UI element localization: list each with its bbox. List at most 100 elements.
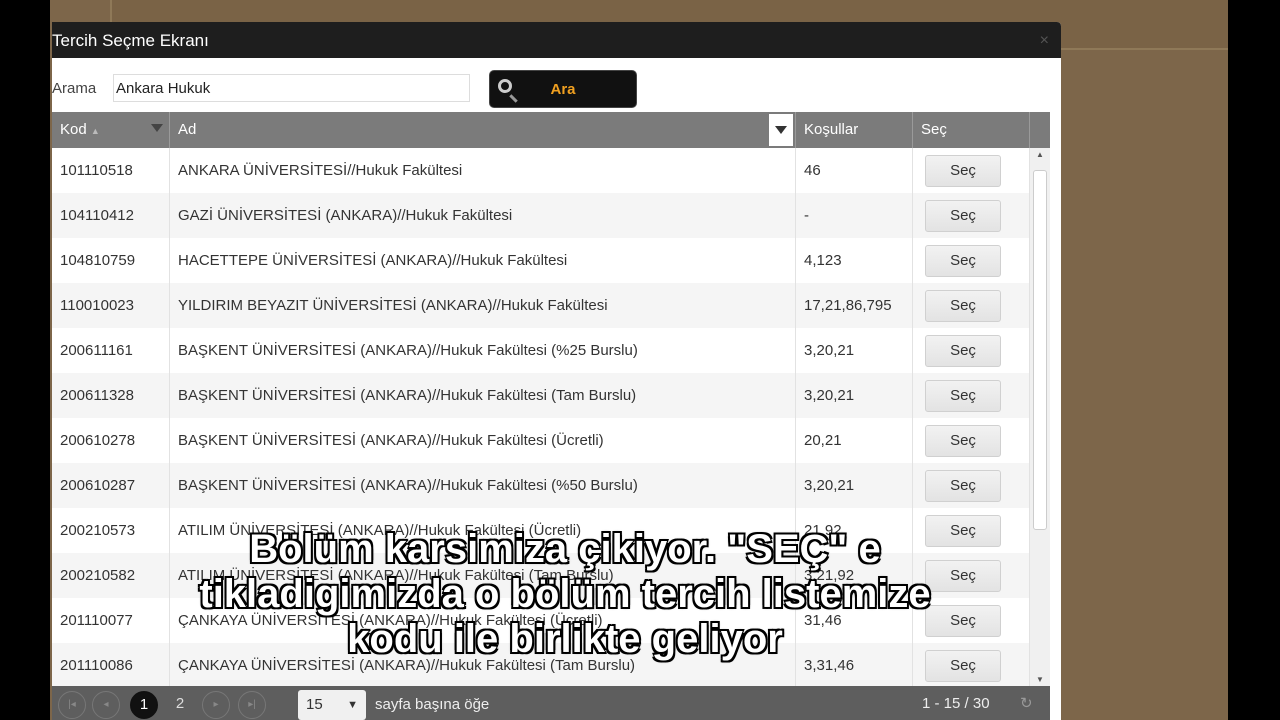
cell-kosullar: 20,21 bbox=[796, 418, 913, 463]
vertical-scrollbar[interactable]: ▲ ▼ bbox=[1030, 148, 1050, 686]
cell-kosullar: 46 bbox=[796, 148, 913, 193]
column-header-kosullar[interactable]: Koşullar bbox=[796, 112, 913, 148]
search-icon bbox=[498, 79, 512, 93]
cell-kod: 200611161 bbox=[52, 328, 170, 373]
select-button[interactable]: Seç bbox=[925, 605, 1001, 637]
cell-sec: Seç bbox=[913, 373, 1030, 418]
cell-kosullar: 3,20,21 bbox=[796, 328, 913, 373]
table-row: 200610287 BAŞKENT ÜNİVERSİTESİ (ANKARA)/… bbox=[52, 463, 1030, 508]
cell-kosullar: 3,20,21 bbox=[796, 463, 913, 508]
cell-kod: 200210573 bbox=[52, 508, 170, 553]
select-button[interactable]: Seç bbox=[925, 515, 1001, 547]
letterbox bbox=[1228, 0, 1280, 720]
next-page-button[interactable]: ▸ bbox=[202, 691, 230, 719]
results-grid: Kod ▲ Ad Koşullar Seç 101110518 ANKARA Ü… bbox=[52, 112, 1050, 686]
cell-kod: 101110518 bbox=[52, 148, 170, 193]
cell-kod: 110010023 bbox=[52, 283, 170, 328]
table-row: 104810759 HACETTEPE ÜNİVERSİTESİ (ANKARA… bbox=[52, 238, 1030, 283]
filter-icon[interactable] bbox=[151, 124, 163, 132]
table-row: 200210573 ATILIM ÜNİVERSİTESİ (ANKARA)//… bbox=[52, 508, 1030, 553]
first-page-button[interactable]: |◂ bbox=[58, 691, 86, 719]
cell-kod: 200210582 bbox=[52, 553, 170, 598]
cell-kod: 201110077 bbox=[52, 598, 170, 643]
cell-sec: Seç bbox=[913, 418, 1030, 463]
search-button[interactable]: Ara bbox=[489, 70, 637, 108]
cell-sec: Seç bbox=[913, 193, 1030, 238]
cell-ad: ATILIM ÜNİVERSİTESİ (ANKARA)//Hukuk Fakü… bbox=[170, 508, 796, 553]
header-spacer bbox=[1030, 112, 1050, 148]
cell-ad: BAŞKENT ÜNİVERSİTESİ (ANKARA)//Hukuk Fak… bbox=[170, 463, 796, 508]
cell-ad: HACETTEPE ÜNİVERSİTESİ (ANKARA)//Hukuk F… bbox=[170, 238, 796, 283]
select-button[interactable]: Seç bbox=[925, 155, 1001, 187]
cell-sec: Seç bbox=[913, 463, 1030, 508]
cell-sec: Seç bbox=[913, 283, 1030, 328]
filter-icon bbox=[775, 126, 787, 134]
cell-kod: 104110412 bbox=[52, 193, 170, 238]
table-row: 200611328 BAŞKENT ÜNİVERSİTESİ (ANKARA)/… bbox=[52, 373, 1030, 418]
column-header-kod[interactable]: Kod ▲ bbox=[52, 112, 170, 148]
column-header-ad[interactable]: Ad bbox=[170, 112, 796, 148]
table-row: 201110086 ÇANKAYA ÜNİVERSİTESİ (ANKARA)/… bbox=[52, 643, 1030, 686]
scroll-down-icon[interactable]: ▼ bbox=[1036, 675, 1044, 684]
page-size-label: sayfa başına öğe bbox=[375, 696, 490, 713]
select-button[interactable]: Seç bbox=[925, 470, 1001, 502]
cell-ad: ÇANKAYA ÜNİVERSİTESİ (ANKARA)//Hukuk Fak… bbox=[170, 598, 796, 643]
scrollbar-thumb[interactable] bbox=[1033, 170, 1047, 530]
cell-kosullar: - bbox=[796, 193, 913, 238]
table-row: 200610278 BAŞKENT ÜNİVERSİTESİ (ANKARA)/… bbox=[52, 418, 1030, 463]
cell-kosullar: 21,92 bbox=[796, 508, 913, 553]
cell-kosullar: 3,31,46 bbox=[796, 643, 913, 686]
cell-kod: 200610278 bbox=[52, 418, 170, 463]
cell-sec: Seç bbox=[913, 148, 1030, 193]
cell-sec: Seç bbox=[913, 508, 1030, 553]
search-button-label: Ara bbox=[550, 81, 576, 98]
cell-ad: YILDIRIM BEYAZIT ÜNİVERSİTESİ (ANKARA)//… bbox=[170, 283, 796, 328]
cell-sec: Seç bbox=[913, 643, 1030, 686]
search-input[interactable] bbox=[113, 74, 470, 102]
cell-kosullar: 31,46 bbox=[796, 598, 913, 643]
select-button[interactable]: Seç bbox=[925, 425, 1001, 457]
page-1-button[interactable]: 1 bbox=[130, 691, 158, 719]
prev-page-button[interactable]: ◂ bbox=[92, 691, 120, 719]
page-2-button[interactable]: 2 bbox=[166, 691, 194, 719]
tercih-dialog: Tercih Seçme Ekranı × Arama Ara Kod ▲ Ad… bbox=[52, 22, 1061, 720]
cell-kosullar: 3,20,21 bbox=[796, 373, 913, 418]
cell-sec: Seç bbox=[913, 238, 1030, 283]
column-header-sec[interactable]: Seç bbox=[913, 112, 1030, 148]
cell-ad: GAZİ ÜNİVERSİTESİ (ANKARA)//Hukuk Fakült… bbox=[170, 193, 796, 238]
grid-pager: |◂ ◂ 1 2 ▸ ▸| 15 ▼ sayfa başına öğe 1 - 1… bbox=[52, 686, 1050, 720]
cell-kod: 201110086 bbox=[52, 643, 170, 686]
select-button[interactable]: Seç bbox=[925, 560, 1001, 592]
cell-kosullar: 17,21,86,795 bbox=[796, 283, 913, 328]
select-button[interactable]: Seç bbox=[925, 380, 1001, 412]
cell-kod: 200611328 bbox=[52, 373, 170, 418]
table-row: 110010023 YILDIRIM BEYAZIT ÜNİVERSİTESİ … bbox=[52, 283, 1030, 328]
select-button[interactable]: Seç bbox=[925, 335, 1001, 367]
select-button[interactable]: Seç bbox=[925, 650, 1001, 682]
page-size-value: 15 bbox=[306, 696, 323, 713]
cell-ad: BAŞKENT ÜNİVERSİTESİ (ANKARA)//Hukuk Fak… bbox=[170, 373, 796, 418]
cell-sec: Seç bbox=[913, 328, 1030, 373]
table-row: 101110518 ANKARA ÜNİVERSİTESİ//Hukuk Fak… bbox=[52, 148, 1030, 193]
select-button[interactable]: Seç bbox=[925, 290, 1001, 322]
sort-asc-icon: ▲ bbox=[90, 126, 100, 136]
kod-header-label: Kod bbox=[60, 121, 87, 138]
table-row: 200210582 ATILIM ÜNİVERSİTESİ (ANKARA)//… bbox=[52, 553, 1030, 598]
cell-ad: ÇANKAYA ÜNİVERSİTESİ (ANKARA)//Hukuk Fak… bbox=[170, 643, 796, 686]
cell-sec: Seç bbox=[913, 553, 1030, 598]
page-size-select[interactable]: 15 ▼ bbox=[298, 690, 366, 720]
table-row: 201110077 ÇANKAYA ÜNİVERSİTESİ (ANKARA)/… bbox=[52, 598, 1030, 643]
table-row: 200611161 BAŞKENT ÜNİVERSİTESİ (ANKARA)/… bbox=[52, 328, 1030, 373]
last-page-button[interactable]: ▸| bbox=[238, 691, 266, 719]
close-icon[interactable]: × bbox=[1040, 22, 1049, 60]
cell-kod: 104810759 bbox=[52, 238, 170, 283]
search-label: Arama bbox=[52, 80, 97, 97]
refresh-icon[interactable]: ↻ bbox=[1020, 694, 1033, 712]
select-button[interactable]: Seç bbox=[925, 245, 1001, 277]
select-button[interactable]: Seç bbox=[925, 200, 1001, 232]
filter-button-active[interactable] bbox=[769, 114, 793, 146]
scroll-up-icon[interactable]: ▲ bbox=[1036, 150, 1044, 159]
dialog-title: Tercih Seçme Ekranı bbox=[52, 31, 209, 50]
search-row: Arama Ara bbox=[52, 70, 1061, 108]
table-row: 104110412 GAZİ ÜNİVERSİTESİ (ANKARA)//Hu… bbox=[52, 193, 1030, 238]
